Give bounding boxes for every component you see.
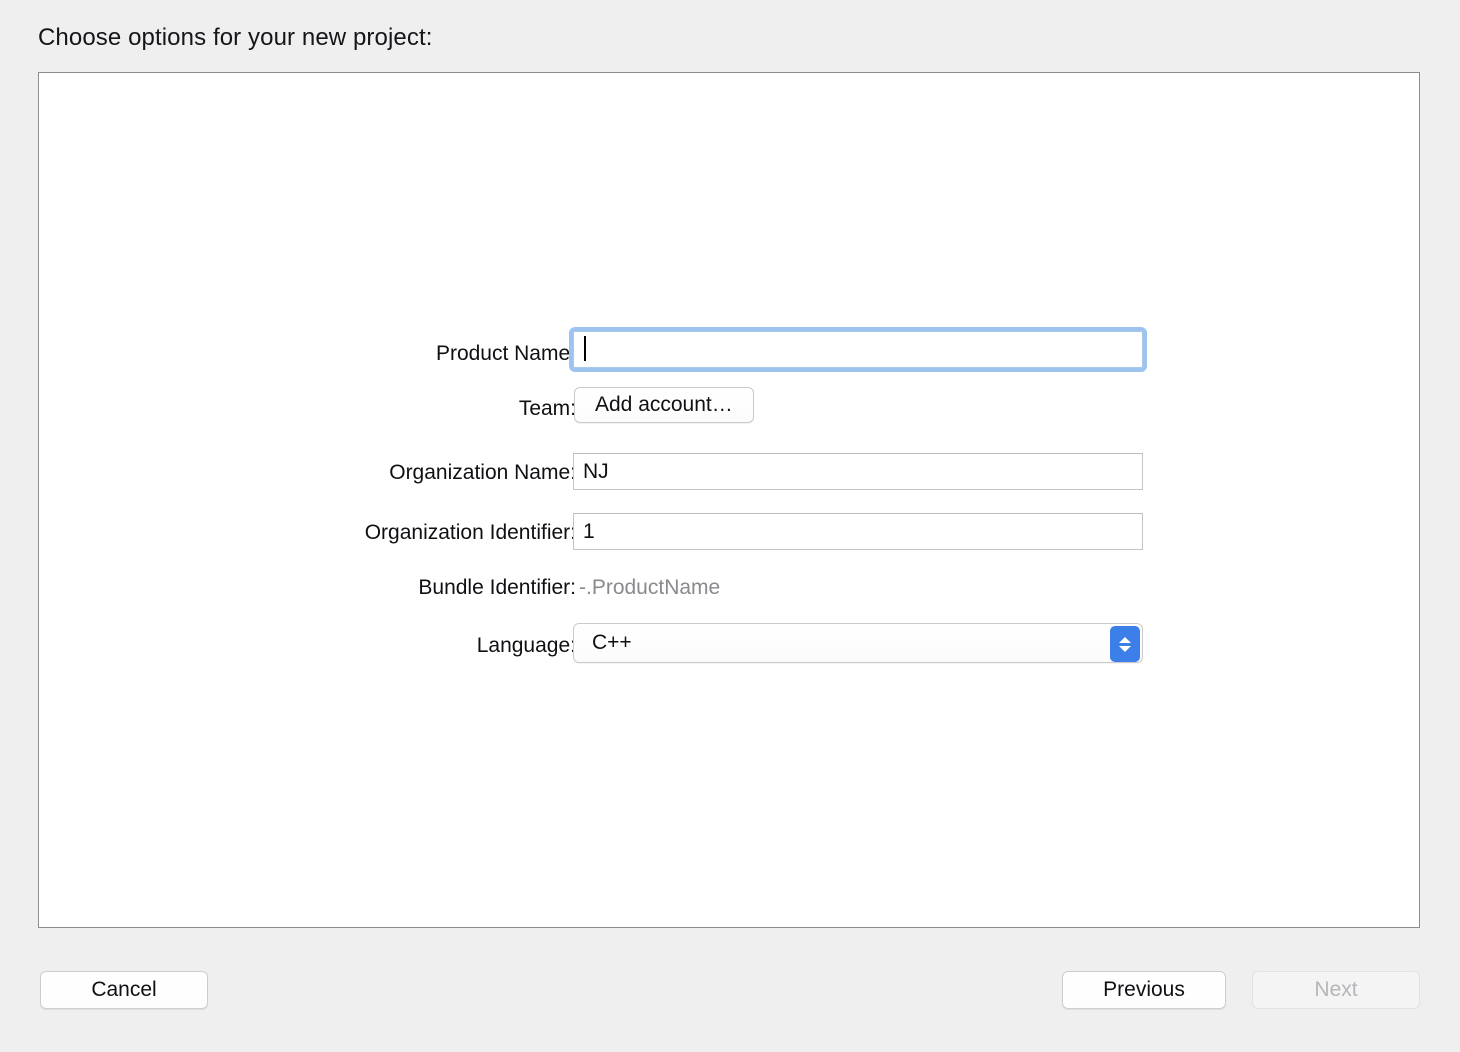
organization-identifier-label: Organization Identifier: bbox=[364, 521, 576, 544]
organization-name-input[interactable]: NJ bbox=[573, 453, 1143, 490]
bundle-identifier-value: -.ProductName bbox=[579, 576, 721, 599]
organization-identifier-input[interactable]: 1 bbox=[573, 513, 1143, 550]
project-options-form: Product Name: Team: Add account… Organiz… bbox=[39, 73, 1421, 929]
team-label: Team: bbox=[518, 397, 576, 420]
product-name-label: Product Name: bbox=[435, 342, 576, 365]
new-project-options-dialog: Choose options for your new project: Pro… bbox=[0, 0, 1460, 1052]
language-selected-value: C++ bbox=[592, 631, 632, 654]
bundle-identifier-label: Bundle Identifier: bbox=[418, 576, 576, 599]
chevron-down-glyph bbox=[1119, 645, 1131, 652]
previous-button[interactable]: Previous bbox=[1062, 971, 1226, 1009]
add-account-button[interactable]: Add account… bbox=[574, 387, 754, 423]
product-name-input[interactable] bbox=[569, 327, 1147, 372]
language-label: Language: bbox=[476, 634, 576, 657]
next-button[interactable]: Next bbox=[1252, 971, 1420, 1009]
page-title: Choose options for your new project: bbox=[38, 24, 433, 51]
options-panel: Product Name: Team: Add account… Organiz… bbox=[38, 72, 1420, 928]
chevron-up-glyph bbox=[1119, 636, 1131, 643]
language-select[interactable]: C++ bbox=[573, 623, 1143, 663]
organization-name-label: Organization Name: bbox=[389, 461, 576, 484]
cancel-button[interactable]: Cancel bbox=[40, 971, 208, 1009]
text-caret-icon bbox=[584, 336, 586, 361]
chevron-up-down-icon[interactable] bbox=[1110, 626, 1140, 662]
